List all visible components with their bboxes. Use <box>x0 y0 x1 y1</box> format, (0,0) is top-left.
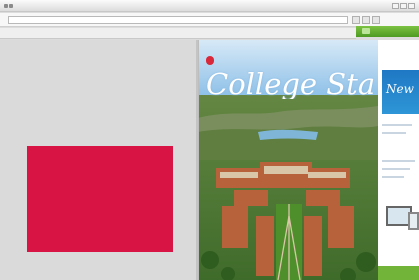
go-icon[interactable] <box>352 16 360 24</box>
browser-window: College Station New <box>0 0 419 280</box>
address-bar <box>0 13 419 27</box>
url-field[interactable] <box>8 16 348 24</box>
menu-bar <box>0 28 356 39</box>
tab-icon <box>9 4 13 8</box>
green-tab[interactable] <box>356 26 419 37</box>
refresh-icon[interactable] <box>362 16 370 24</box>
document-border <box>198 40 419 280</box>
title-bar <box>0 0 419 12</box>
maximize-icon[interactable] <box>400 3 407 9</box>
app-icon <box>4 4 8 8</box>
tab-indicator-icon <box>362 28 370 34</box>
search-icon[interactable] <box>372 16 380 24</box>
red-placeholder <box>27 146 173 252</box>
close-icon[interactable] <box>408 3 415 9</box>
minimize-icon[interactable] <box>392 3 399 9</box>
left-pane <box>0 40 196 280</box>
